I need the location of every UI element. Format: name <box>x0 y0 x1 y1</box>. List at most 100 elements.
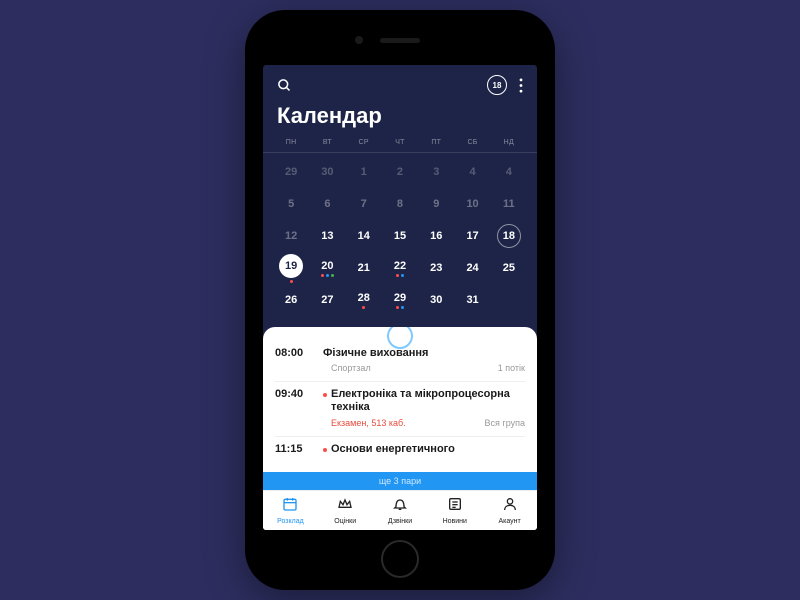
calendar-day[interactable]: 18 <box>491 221 527 251</box>
tab-label: Оцінки <box>334 518 356 525</box>
day-number: 14 <box>358 230 370 242</box>
day-number: 23 <box>430 262 442 274</box>
calendar-day[interactable]: 19 <box>273 253 309 283</box>
event-dots <box>396 274 404 277</box>
day-number: 27 <box>321 294 333 306</box>
calendar-day[interactable]: 9 <box>418 189 454 219</box>
app-header: 18 <box>263 65 537 101</box>
date-badge[interactable]: 18 <box>487 75 507 95</box>
calendar-day[interactable]: 24 <box>454 253 490 283</box>
calendar-day[interactable]: 5 <box>273 189 309 219</box>
event-dots <box>362 306 365 309</box>
calendar-icon <box>282 496 298 517</box>
day-number: 13 <box>321 230 333 242</box>
calendar-day[interactable]: 26 <box>273 285 309 315</box>
tab-calendar[interactable]: Розклад <box>263 491 318 530</box>
calendar-day[interactable]: 20 <box>309 253 345 283</box>
event-time: 11:15 <box>275 443 313 456</box>
tab-label: Новини <box>443 518 467 525</box>
event-location: Спортзал <box>331 363 371 373</box>
calendar-day[interactable]: 17 <box>454 221 490 251</box>
day-number: 30 <box>321 166 333 178</box>
tab-bell[interactable]: Дзвінки <box>373 491 428 530</box>
calendar-day[interactable]: 15 <box>382 221 418 251</box>
calendar-day[interactable]: 8 <box>382 189 418 219</box>
weekday-label: ПН <box>273 139 309 146</box>
event-dots <box>321 274 334 277</box>
calendar-day[interactable]: 13 <box>309 221 345 251</box>
calendar-day[interactable]: 1 <box>346 157 382 187</box>
event-dots <box>396 306 404 309</box>
day-number: 19 <box>279 254 303 278</box>
event-group: 1 потік <box>498 363 525 373</box>
calendar-day[interactable]: 4 <box>454 157 490 187</box>
calendar-day[interactable] <box>491 285 527 315</box>
calendar-day[interactable]: 2 <box>382 157 418 187</box>
calendar-day[interactable]: 30 <box>309 157 345 187</box>
calendar-day[interactable]: 30 <box>418 285 454 315</box>
calendar-day[interactable]: 4 <box>491 157 527 187</box>
day-number: 30 <box>430 294 442 306</box>
calendar-day[interactable]: 28 <box>346 285 382 315</box>
day-number: 3 <box>433 166 439 178</box>
more-icon[interactable] <box>519 78 523 93</box>
day-number: 31 <box>466 294 478 306</box>
screen: 18 Календар ПНВТСРЧТПТСБНД 2930123445678… <box>263 65 537 530</box>
search-icon[interactable] <box>277 78 292 93</box>
calendar-day[interactable]: 3 <box>418 157 454 187</box>
day-number: 21 <box>358 262 370 274</box>
tab-crown[interactable]: Оцінки <box>318 491 373 530</box>
phone-camera <box>355 36 363 44</box>
day-number: 24 <box>466 262 478 274</box>
day-number: 10 <box>466 198 478 210</box>
day-number: 6 <box>324 198 330 210</box>
event-group: Вся група <box>485 418 525 428</box>
calendar-day[interactable]: 29 <box>382 285 418 315</box>
event-row[interactable]: 11:15 Основи енергетичного <box>275 437 525 464</box>
event-dot-icon <box>323 448 327 452</box>
day-number: 9 <box>433 198 439 210</box>
day-number: 22 <box>394 260 406 272</box>
weekday-row: ПНВТСРЧТПТСБНД <box>263 139 537 153</box>
calendar-day[interactable]: 11 <box>491 189 527 219</box>
calendar-day[interactable]: 7 <box>346 189 382 219</box>
day-number: 1 <box>361 166 367 178</box>
tab-news[interactable]: Новини <box>427 491 482 530</box>
event-location: Екзамен, 513 каб. <box>331 418 406 428</box>
day-number: 26 <box>285 294 297 306</box>
home-button[interactable] <box>381 540 419 578</box>
calendar-day[interactable]: 25 <box>491 253 527 283</box>
day-number: 2 <box>397 166 403 178</box>
event-time: 08:00 <box>275 347 313 373</box>
day-number: 12 <box>285 230 297 242</box>
day-number: 7 <box>361 198 367 210</box>
calendar-day[interactable]: 27 <box>309 285 345 315</box>
calendar-day[interactable]: 10 <box>454 189 490 219</box>
day-number: 29 <box>394 292 406 304</box>
calendar-day[interactable]: 6 <box>309 189 345 219</box>
calendar-day[interactable]: 29 <box>273 157 309 187</box>
day-number: 17 <box>466 230 478 242</box>
calendar-day[interactable]: 16 <box>418 221 454 251</box>
weekday-label: ВТ <box>309 139 345 146</box>
day-number: 11 <box>503 198 515 210</box>
news-icon <box>447 496 463 517</box>
calendar-day[interactable]: 23 <box>418 253 454 283</box>
calendar-day[interactable]: 22 <box>382 253 418 283</box>
weekday-label: ЧТ <box>382 139 418 146</box>
weekday-label: НД <box>491 139 527 146</box>
tab-account[interactable]: Акаунт <box>482 491 537 530</box>
more-events-bar[interactable]: ще 3 пари <box>263 472 537 490</box>
calendar-day[interactable]: 14 <box>346 221 382 251</box>
day-number: 20 <box>321 260 333 272</box>
calendar-day[interactable]: 21 <box>346 253 382 283</box>
calendar-day[interactable]: 31 <box>454 285 490 315</box>
tab-label: Розклад <box>277 518 304 525</box>
event-row[interactable]: 09:40Електроніка та мікропроцесорна техн… <box>275 382 525 436</box>
events-sheet[interactable]: 08:00Фізичне вихованняСпортзал1 потік09:… <box>263 327 537 530</box>
event-title: Основи енергетичного <box>331 443 455 456</box>
bell-icon <box>392 496 408 517</box>
day-number: 18 <box>503 230 515 242</box>
calendar-grid: 2930123445678910111213141516171819202122… <box>263 153 537 323</box>
calendar-day[interactable]: 12 <box>273 221 309 251</box>
